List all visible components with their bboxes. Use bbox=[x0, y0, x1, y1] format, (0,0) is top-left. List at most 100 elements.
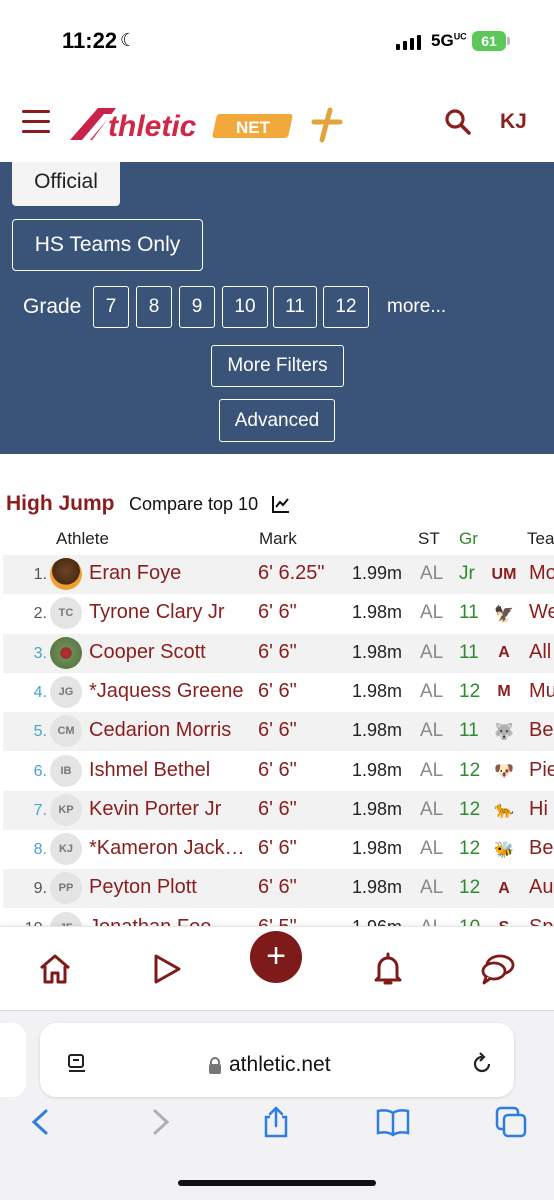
reload-icon[interactable] bbox=[470, 1052, 494, 1076]
avatar[interactable]: IB bbox=[50, 754, 82, 787]
athlete-name-link[interactable]: *Kameron Jackson bbox=[89, 837, 251, 860]
grade-12-button[interactable]: 12 bbox=[323, 286, 369, 328]
team-logo-icon[interactable]: S bbox=[490, 915, 518, 926]
share-icon[interactable] bbox=[259, 1105, 293, 1139]
team-logo-icon[interactable]: UM bbox=[490, 561, 518, 588]
previous-tab-preview[interactable] bbox=[0, 1023, 26, 1097]
grade-10-button[interactable]: 10 bbox=[222, 286, 268, 328]
play-icon[interactable] bbox=[149, 951, 185, 987]
grade-8-button[interactable]: 8 bbox=[136, 286, 172, 328]
team-logo-icon[interactable]: 🐝 bbox=[490, 836, 518, 863]
grade-value: 12 bbox=[459, 877, 481, 899]
official-toggle[interactable]: Official bbox=[12, 162, 120, 206]
more-grades-link[interactable]: more... bbox=[387, 296, 446, 318]
bookmarks-icon[interactable] bbox=[376, 1105, 410, 1139]
avatar[interactable]: JG bbox=[50, 675, 82, 708]
avatar[interactable]: JF bbox=[50, 911, 82, 926]
team-name-link[interactable]: Au bbox=[529, 876, 553, 899]
hs-teams-only-toggle[interactable]: HS Teams Only bbox=[12, 219, 203, 271]
table-row[interactable]: 8. KJ *Kameron Jackson 6' 6" 1.98m AL 12 🐝 Be bbox=[3, 830, 554, 869]
rank: 5. bbox=[33, 723, 47, 741]
team-logo-icon[interactable]: 🐶 bbox=[490, 758, 518, 785]
athlete-name-link[interactable]: Tyrone Clary Jr bbox=[89, 601, 251, 624]
mark-value[interactable]: 6' 6" bbox=[258, 641, 297, 664]
athleticnet-logo[interactable]: thletic NET bbox=[68, 100, 348, 146]
more-filters-button[interactable]: More Filters bbox=[211, 345, 344, 387]
avatar[interactable]: TC bbox=[50, 597, 82, 630]
athlete-name-link[interactable]: Peyton Plott bbox=[89, 876, 251, 899]
search-icon[interactable] bbox=[444, 108, 472, 136]
team-name-link[interactable]: Sp bbox=[529, 916, 553, 926]
menu-icon[interactable] bbox=[22, 110, 50, 134]
team-name-link[interactable]: Mu bbox=[529, 680, 554, 703]
athlete-name-link[interactable]: Kevin Porter Jr bbox=[89, 798, 251, 821]
team-name-link[interactable]: Be bbox=[529, 719, 553, 742]
trend-chart-icon[interactable] bbox=[271, 494, 291, 514]
svg-text:thletic: thletic bbox=[108, 110, 197, 143]
advanced-button[interactable]: Advanced bbox=[219, 399, 335, 442]
grade-11-button[interactable]: 11 bbox=[273, 286, 317, 328]
team-name-link[interactable]: All bbox=[529, 641, 551, 664]
url-text[interactable]: athletic.net bbox=[229, 1053, 331, 1077]
back-icon[interactable] bbox=[24, 1105, 58, 1139]
team-logo-icon[interactable]: 🐆 bbox=[490, 797, 518, 824]
table-row[interactable]: 10.JFJonathan Foo6' 5"1.96mAL10SSp bbox=[3, 909, 554, 926]
table-row[interactable]: 2. TC Tyrone Clary Jr 6' 6" 1.98m AL 11 🦅 We bbox=[3, 594, 554, 633]
avatar[interactable]: CM bbox=[50, 715, 82, 748]
avatar[interactable]: KP bbox=[50, 793, 82, 826]
team-name-link[interactable]: Be bbox=[529, 837, 553, 860]
compare-top-link[interactable]: Compare top 10 bbox=[129, 494, 258, 515]
reader-mode-icon[interactable] bbox=[66, 1053, 88, 1075]
grade-9-button[interactable]: 9 bbox=[179, 286, 215, 328]
state-value: AL bbox=[420, 720, 444, 742]
address-bar[interactable]: athletic.net bbox=[40, 1023, 514, 1097]
mark-value[interactable]: 6' 6" bbox=[258, 876, 297, 899]
home-icon[interactable] bbox=[37, 951, 73, 987]
team-logo-icon[interactable]: A bbox=[490, 875, 518, 902]
avatar[interactable] bbox=[50, 558, 82, 590]
mark-value[interactable]: 6' 5" bbox=[258, 916, 297, 926]
results-section: High Jump Compare top 10 Athlete Mark ST… bbox=[0, 454, 554, 926]
table-row[interactable]: 5. CM Cedarion Morris 6' 6" 1.98m AL 11 🐺 Be bbox=[3, 712, 554, 752]
athlete-name-link[interactable]: Eran Foye bbox=[89, 562, 251, 585]
team-logo-icon[interactable]: M bbox=[490, 679, 518, 706]
avatar[interactable] bbox=[50, 636, 82, 669]
mark-value[interactable]: 6' 6" bbox=[258, 798, 297, 821]
forward-icon[interactable] bbox=[143, 1105, 177, 1139]
user-initials-button[interactable]: KJ bbox=[500, 110, 527, 134]
team-name-link[interactable]: We bbox=[529, 601, 554, 624]
athlete-name-link[interactable]: Ishmel Bethel bbox=[89, 759, 251, 782]
athlete-name-link[interactable]: Jonathan Foo bbox=[89, 916, 251, 926]
team-name-link[interactable]: Mo bbox=[529, 562, 554, 585]
table-row[interactable]: 1. Eran Foye 6' 6.25" 1.99m AL Jr UM Mo bbox=[3, 555, 554, 594]
team-logo-icon[interactable]: A bbox=[490, 640, 518, 667]
team-logo-icon[interactable]: 🐺 bbox=[490, 718, 518, 745]
avatar[interactable]: PP bbox=[50, 872, 82, 905]
mark-value[interactable]: 6' 6" bbox=[258, 680, 297, 703]
table-row[interactable]: 7. KP Kevin Porter Jr 6' 6" 1.98m AL 12 🐆 Hi bbox=[3, 790, 554, 830]
mark-value[interactable]: 6' 6" bbox=[258, 601, 297, 624]
chat-icon[interactable] bbox=[480, 951, 516, 987]
athlete-name-link[interactable]: Cedarion Morris bbox=[89, 719, 251, 742]
table-row[interactable]: 3. Cooper Scott 6' 6" 1.98m AL 11 A All bbox=[3, 633, 554, 673]
team-name-link[interactable]: Hi bbox=[529, 798, 548, 821]
grade-7-button[interactable]: 7 bbox=[93, 286, 129, 328]
mark-value[interactable]: 6' 6" bbox=[258, 719, 297, 742]
mark-value[interactable]: 6' 6" bbox=[258, 759, 297, 782]
mark-value[interactable]: 6' 6.25" bbox=[258, 562, 325, 585]
athlete-name-link[interactable]: Cooper Scott bbox=[89, 641, 251, 664]
athlete-name-link[interactable]: *Jaquess Greene bbox=[89, 680, 251, 703]
home-indicator[interactable] bbox=[178, 1180, 376, 1186]
table-row[interactable]: 9. PP Peyton Plott 6' 6" 1.98m AL 12 A Au bbox=[3, 869, 554, 909]
add-button[interactable]: + bbox=[250, 931, 302, 983]
table-row[interactable]: 6. IB Ishmel Bethel 6' 6" 1.98m AL 12 🐶 Pie bbox=[3, 752, 554, 791]
mark-value[interactable]: 6' 6" bbox=[258, 837, 297, 860]
bell-icon[interactable] bbox=[370, 951, 406, 987]
table-row[interactable]: 4. JG *Jaquess Greene 6' 6" 1.98m AL 12 M Mu bbox=[3, 673, 554, 712]
team-name-link[interactable]: Pie bbox=[529, 759, 554, 782]
app-header: thletic NET KJ bbox=[0, 80, 554, 162]
avatar[interactable]: KJ bbox=[50, 833, 82, 866]
tabs-icon[interactable] bbox=[494, 1105, 528, 1139]
grade-label: Grade bbox=[23, 295, 82, 318]
team-logo-icon[interactable]: 🦅 bbox=[490, 600, 518, 627]
